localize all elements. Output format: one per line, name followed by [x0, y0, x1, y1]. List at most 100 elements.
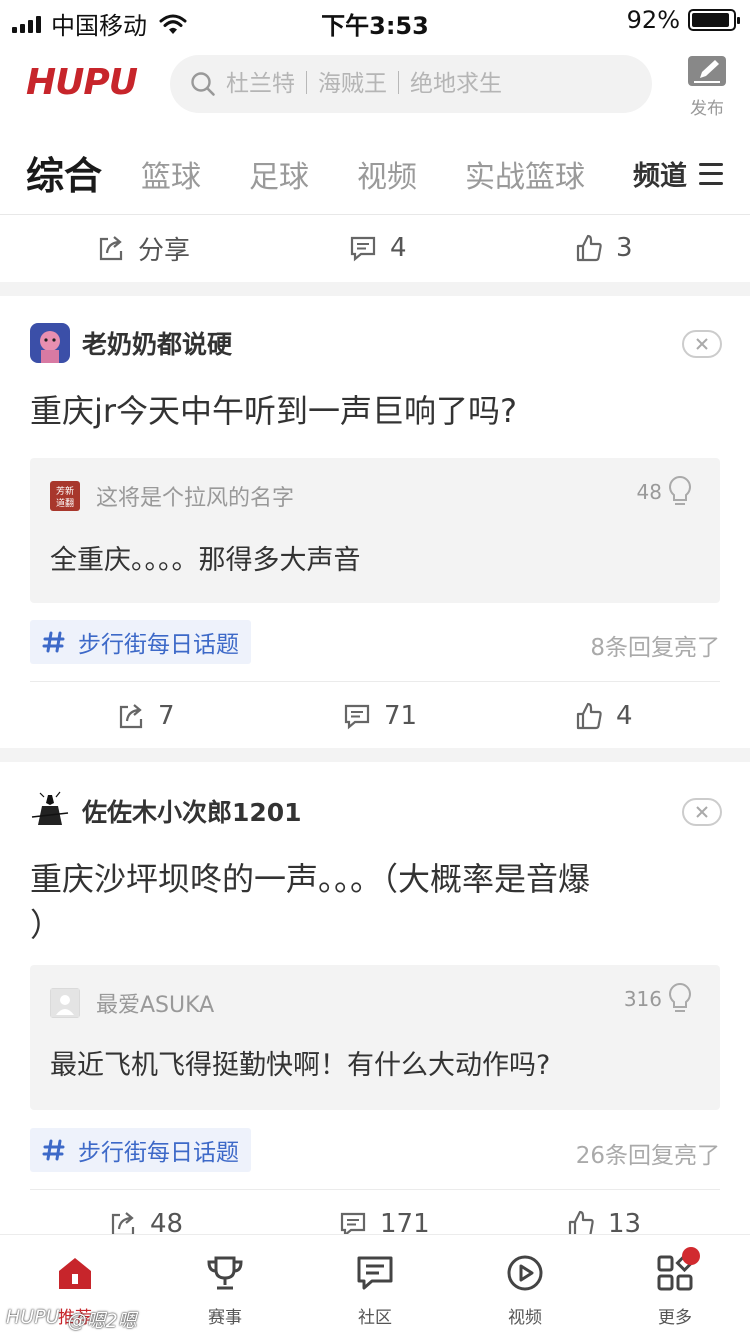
menu-icon [699, 162, 723, 185]
battery-icon [688, 9, 740, 31]
nav-community[interactable]: 社区 [330, 1253, 420, 1328]
post-title-line: 重庆沙坪坝咚的一声。。。（大概率是音爆 [30, 860, 591, 898]
author-name: 老奶奶都说硬 [82, 330, 233, 359]
reply-author: 芳新 道翻 这将是个拉风的名字 [50, 480, 294, 512]
nav-label: 社区 [358, 1308, 392, 1328]
reply-light-count: 48 [636, 480, 662, 504]
nav-video[interactable]: 视频 [480, 1253, 570, 1328]
like-count: 4 [616, 701, 633, 731]
lightbulb-icon [669, 982, 691, 1012]
watermark-handle: @嗯2嗯 [67, 1310, 137, 1332]
reply-light-button[interactable]: 316 [624, 981, 694, 1017]
battery-percent: 92% [626, 6, 680, 34]
post-title[interactable]: 重庆沙坪坝咚的一声。。。（大概率是音爆 ） [30, 856, 720, 948]
watermark: HUPU @嗯2嗯 [6, 1306, 137, 1333]
post-card[interactable]: 老奶奶都说硬 重庆jr今天中午听到一声巨响了吗? 芳新 道翻 这将是个拉风的名字 … [0, 296, 750, 746]
share-icon [119, 704, 143, 729]
close-icon [696, 338, 708, 350]
watermark-brand: HUPU [6, 1306, 60, 1328]
comment-count: 71 [384, 701, 418, 731]
topic-label: 步行街每日话题 [78, 632, 239, 658]
notification-badge [682, 1247, 700, 1265]
search-bar[interactable] [170, 55, 652, 113]
search-icon [191, 72, 215, 96]
compose-icon [688, 56, 726, 86]
status-right: 92% [626, 6, 740, 34]
hashtag-icon [42, 1139, 65, 1161]
channel-button[interactable]: 频道 [633, 154, 723, 193]
comment-button[interactable]: 71 [342, 686, 417, 746]
search-input[interactable] [226, 71, 626, 97]
highlight-reply[interactable]: 芳新 道翻 这将是个拉风的名字 48 全重庆。。。。那得多大声音 [30, 458, 720, 603]
share-button[interactable]: 7 [116, 686, 175, 746]
close-icon [696, 806, 708, 818]
publish-label: 发布 [690, 99, 724, 119]
comment-icon [350, 236, 376, 262]
share-icon [99, 236, 123, 261]
post-actions: 7 71 4 [0, 686, 750, 746]
category-tabs: 综合 篮球 足球 视频 实战篮球 频道 [0, 140, 750, 206]
reply-avatar [50, 988, 80, 1018]
lit-replies-count[interactable]: 26条回复亮了 [576, 1136, 720, 1170]
lit-replies-count[interactable]: 8条回复亮了 [590, 628, 720, 662]
topic-label: 步行街每日话题 [78, 1140, 239, 1166]
post-card[interactable]: 佐佐木小次郎1201 重庆沙坪坝咚的一声。。。（大概率是音爆 ） 最爱ASUKA… [0, 762, 750, 1239]
like-button[interactable]: 3 [574, 218, 633, 278]
home-icon [59, 1258, 91, 1289]
row-divider [30, 1189, 720, 1190]
topic-tag[interactable]: 步行街每日话题 [30, 1128, 251, 1172]
highlight-reply[interactable]: 最爱ASUKA 316 最近飞机飞得挺勤快啊！有什么大动作吗? [30, 965, 720, 1110]
dismiss-button[interactable] [682, 330, 722, 358]
play-icon [507, 1255, 543, 1291]
post-author[interactable]: 老奶奶都说硬 [30, 323, 232, 363]
reply-text: 全重庆。。。。那得多大声音 [50, 545, 361, 576]
author-name: 佐佐木小次郎1201 [82, 798, 302, 827]
reply-light-button[interactable]: 48 [637, 474, 694, 510]
post-title-line: ） [30, 906, 63, 944]
reply-light-count: 316 [623, 987, 662, 1011]
thumbs-up-icon [576, 702, 602, 730]
like-count: 3 [616, 233, 633, 263]
hupu-logo[interactable]: HUPU [26, 62, 138, 103]
status-bar: 中国移动 下午3:53 92% [0, 0, 750, 40]
comment-icon [344, 704, 370, 730]
hashtag-icon [42, 631, 65, 653]
share-count: 7 [158, 701, 175, 731]
topic-tag[interactable]: 步行街每日话题 [30, 620, 251, 664]
reply-author-name: 这将是个拉风的名字 [96, 486, 295, 511]
tab-comprehensive[interactable]: 综合 [26, 145, 102, 200]
prev-post-actions: 分享 4 3 [0, 218, 750, 278]
tab-video[interactable]: 视频 [357, 152, 417, 196]
svg-text:芳新: 芳新 [56, 485, 74, 497]
avatar [30, 791, 70, 831]
thumbs-up-icon [576, 234, 602, 262]
reply-author-name: 最爱ASUKA [96, 993, 215, 1018]
comment-count: 4 [390, 233, 407, 263]
lightbulb-icon [669, 475, 691, 505]
reply-text: 最近飞机飞得挺勤快啊！有什么大动作吗? [50, 1050, 551, 1081]
tab-football[interactable]: 足球 [249, 152, 309, 196]
publish-button[interactable]: 发布 [682, 54, 732, 119]
nav-more[interactable]: 更多 [630, 1247, 720, 1328]
dismiss-button[interactable] [682, 798, 722, 826]
post-title[interactable]: 重庆jr今天中午听到一声巨响了吗? [30, 388, 720, 434]
chat-icon [357, 1256, 393, 1290]
channel-label: 频道 [633, 161, 687, 192]
post-author[interactable]: 佐佐木小次郎1201 [30, 791, 302, 831]
nav-events[interactable]: 赛事 [180, 1253, 270, 1328]
tabs-divider [0, 214, 750, 215]
section-gap [0, 282, 750, 296]
svg-text:道翻: 道翻 [56, 497, 74, 509]
reply-author: 最爱ASUKA [50, 987, 214, 1019]
trophy-icon [207, 1256, 243, 1290]
tab-streetball[interactable]: 实战篮球 [465, 152, 585, 196]
nav-label: 视频 [508, 1308, 542, 1328]
row-divider [30, 681, 720, 682]
share-button[interactable]: 分享 [96, 218, 190, 278]
tab-basketball[interactable]: 篮球 [141, 152, 201, 196]
comment-button[interactable]: 4 [348, 218, 407, 278]
like-button[interactable]: 4 [574, 686, 633, 746]
app-header: HUPU 发布 [0, 48, 750, 120]
nav-label: 更多 [658, 1308, 692, 1328]
reply-avatar: 芳新 道翻 [50, 481, 80, 511]
